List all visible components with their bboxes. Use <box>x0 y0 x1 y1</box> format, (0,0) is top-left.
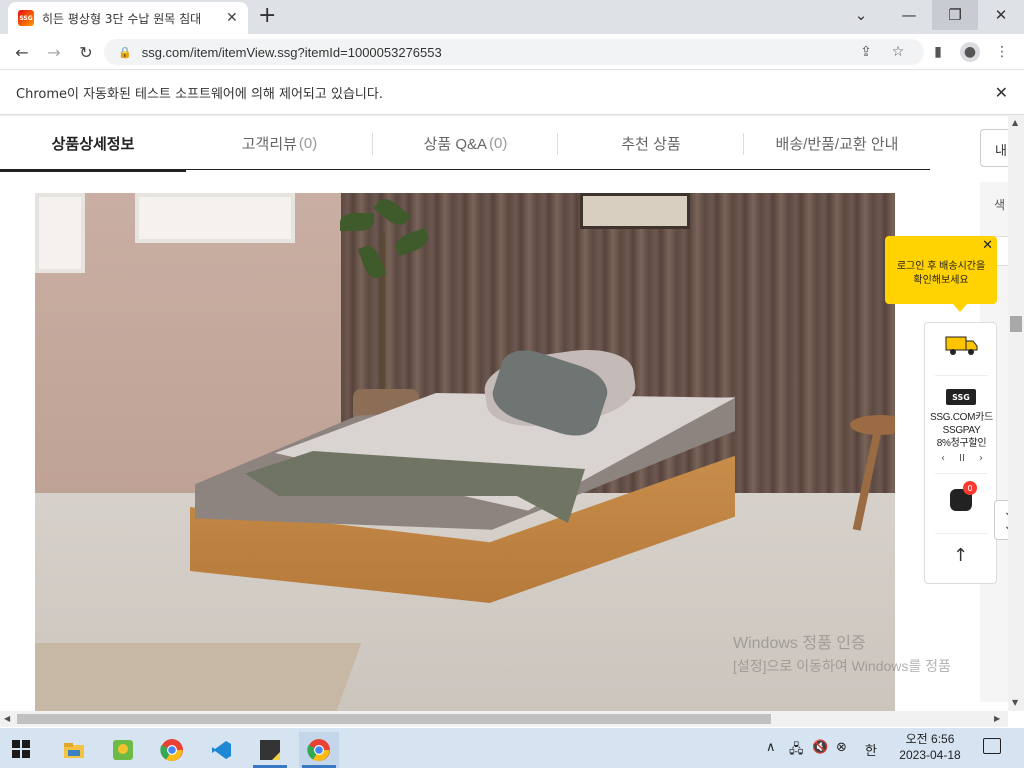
tab-qna[interactable]: 상품 Q&A (0) <box>373 116 558 170</box>
promo-line3: 8%청구할인 <box>936 438 987 449</box>
restore-icon[interactable]: ❐ <box>932 0 978 30</box>
tray-chevron-icon[interactable]: ∧ <box>766 740 776 755</box>
share-icon[interactable]: ⇪ <box>856 42 876 62</box>
tab-reviews[interactable]: 고객리뷰 (0) <box>186 116 373 170</box>
notification-icon[interactable] <box>983 738 1001 754</box>
ssg-favicon-icon: SSG <box>18 10 34 26</box>
tab-label: 추천 상품 <box>621 135 681 153</box>
vscode-icon[interactable] <box>201 732 241 768</box>
promo-pause-icon[interactable]: II <box>959 453 965 464</box>
login-delivery-tooltip: ✕ 로그인 후 배송시간을 확인해보세요 <box>885 236 997 312</box>
product-detail-tabs: 상품상세정보 고객리뷰 (0) 상품 Q&A (0) 추천 상품 배송/반품/교… <box>0 116 930 172</box>
review-count: (0) <box>298 134 318 152</box>
ssg-card-badge[interactable]: SSG <box>946 389 976 405</box>
promo-line2: SSGPAY <box>942 425 981 436</box>
tooltip-line2: 확인해보세요 <box>913 275 969 286</box>
menu-kebab-icon[interactable]: ⋮ <box>992 42 1012 62</box>
browser-tab[interactable]: SSG 히든 평상형 3단 수납 원목 침대 ✕ <box>8 2 248 34</box>
minimize-icon[interactable]: — <box>886 0 932 30</box>
infobar-close-icon[interactable]: ✕ <box>995 83 1008 102</box>
reload-icon[interactable]: ↻ <box>74 40 98 64</box>
automation-infobar: Chrome이 자동화된 테스트 소프트웨어에 의해 제어되고 있습니다. ✕ <box>0 71 1024 115</box>
windows-activation-watermark: Windows 정품 인증 [설정]으로 이동하여 Windows를 정품 <box>733 633 951 677</box>
tab-recommended[interactable]: 추천 상품 <box>558 116 744 170</box>
file-explorer-icon[interactable] <box>54 732 94 768</box>
horizontal-scrollbar[interactable]: ◀ ▶ <box>0 711 1008 727</box>
tab-label: 상품상세정보 <box>51 135 135 153</box>
back-arrow-icon[interactable]: ← <box>10 40 34 64</box>
system-clock[interactable]: 오전 6:56 2023-04-18 <box>890 731 970 763</box>
bookmark-star-icon[interactable]: ☆ <box>888 42 908 62</box>
no-connection-icon[interactable]: ⊗ <box>836 740 847 755</box>
browser-toolbar: ← → ↻ 🔒 ssg.com/item/itemView.ssg?itemId… <box>0 34 1024 70</box>
card-promo-text[interactable]: SSG.COM카드 SSGPAY 8%청구할인 <box>925 411 998 450</box>
cart-count-badge: 0 <box>963 481 977 495</box>
tab-label: 고객리뷰 <box>241 135 297 153</box>
network-icon[interactable]: 🖧 <box>789 740 804 762</box>
tooltip-line1: 로그인 후 배송시간을 <box>896 261 986 272</box>
quick-menu: SSG SSG.COM카드 SSGPAY 8%청구할인 ‹ II › 0 ↑ <box>924 322 997 584</box>
lock-icon: 🔒 <box>118 45 132 59</box>
tab-label: 배송/반품/교환 안내 <box>775 135 899 153</box>
tab-product-detail[interactable]: 상품상세정보 <box>0 116 186 172</box>
promo-controls: ‹ II › <box>941 453 983 464</box>
chrome-active-icon[interactable] <box>299 732 339 768</box>
scroll-right-icon[interactable]: ▶ <box>994 714 1000 723</box>
profile-avatar-icon[interactable]: ● <box>960 42 980 62</box>
tab-label: 상품 Q&A <box>423 135 488 153</box>
clock-time: 오전 6:56 <box>905 732 955 746</box>
sticky-notes-icon[interactable] <box>250 732 290 768</box>
scroll-up-icon[interactable]: ▲ <box>1012 118 1018 127</box>
watermark-line1: Windows 정품 인증 <box>733 635 866 652</box>
tab-shipping-info[interactable]: 배송/반품/교환 안내 <box>744 116 930 170</box>
tab-title: 히든 평상형 3단 수납 원목 침대 <box>42 11 202 26</box>
option-select[interactable]: 내 <box>980 129 1008 167</box>
vertical-scroll-thumb[interactable] <box>1010 316 1022 332</box>
windows-taskbar: ∧ 🖧 🔇 ⊗ 한 오전 6:56 2023-04-18 <box>0 728 1024 768</box>
volume-muted-icon[interactable]: 🔇 <box>812 740 828 755</box>
scroll-top-arrow-icon[interactable]: ↑ <box>953 545 968 566</box>
browser-tabstrip: SSG 히든 평상형 3단 수납 원목 침대 ✕ + ⌄ — ❐ ✕ <box>0 0 1024 34</box>
scroll-down-icon[interactable]: ▼ <box>1012 698 1018 707</box>
page-viewport: 상품상세정보 고객리뷰 (0) 상품 Q&A (0) 추천 상품 배송/반품/교… <box>0 116 1008 711</box>
promo-prev-icon[interactable]: ‹ <box>941 453 945 464</box>
ime-indicator[interactable]: 한 <box>865 740 877 759</box>
horizontal-scroll-thumb[interactable] <box>17 714 771 724</box>
promo-line1: SSG.COM카드 <box>930 412 993 423</box>
watermark-line2: [설정]으로 이동하여 Windows를 정품 <box>733 658 951 674</box>
tab-search-icon[interactable]: ⌄ <box>838 0 884 30</box>
infobar-message: Chrome이 자동화된 테스트 소프트웨어에 의해 제어되고 있습니다. <box>16 87 383 102</box>
clock-date: 2023-04-18 <box>899 748 961 762</box>
chrome-icon[interactable] <box>152 732 192 768</box>
window-close-icon[interactable]: ✕ <box>978 0 1024 30</box>
promo-next-icon[interactable]: › <box>979 453 983 464</box>
windows-start-icon[interactable] <box>12 740 30 758</box>
scroll-left-icon[interactable]: ◀ <box>4 714 10 723</box>
maps-app-icon[interactable] <box>103 732 143 768</box>
tooltip-close-icon[interactable]: ✕ <box>982 238 993 252</box>
new-tab-icon[interactable]: + <box>258 5 276 27</box>
qna-count: (0) <box>489 134 508 152</box>
delivery-truck-icon[interactable] <box>945 335 979 357</box>
tab-close-icon[interactable]: ✕ <box>226 10 238 26</box>
address-bar[interactable]: 🔒 ssg.com/item/itemView.ssg?itemId=10000… <box>104 39 924 65</box>
option-color-label: 색 <box>994 198 1006 212</box>
url-text: ssg.com/item/itemView.ssg?itemId=1000053… <box>141 44 442 60</box>
vertical-scrollbar[interactable]: ▲ ▼ <box>1008 116 1024 711</box>
side-panel-icon[interactable]: ▮ <box>928 42 948 62</box>
forward-arrow-icon[interactable]: → <box>42 40 66 64</box>
